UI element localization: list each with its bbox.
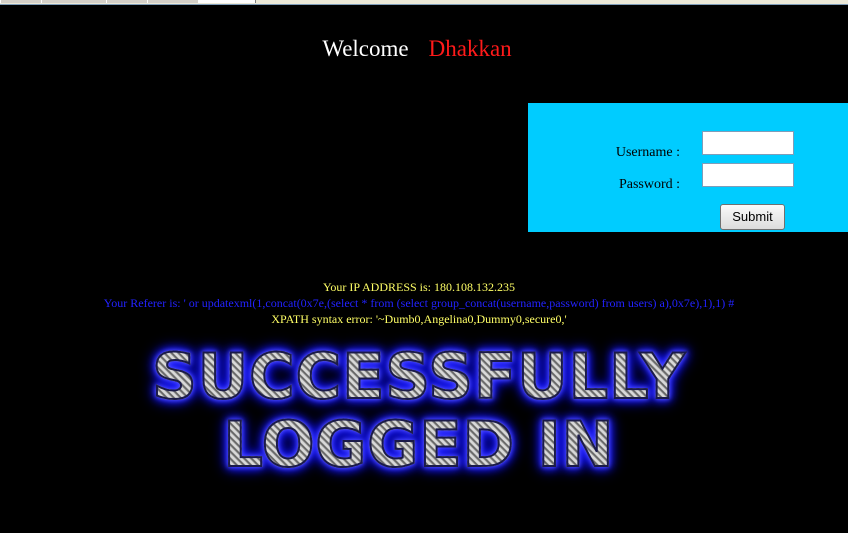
welcome-heading: Welcome Dhakkan [0, 36, 834, 62]
browser-tab-strip [0, 0, 848, 5]
ip-address-text: Your IP ADDRESS is: 180.108.132.235 [322, 280, 516, 294]
browser-tab[interactable] [106, 0, 148, 3]
username-label: Username : [615, 145, 680, 160]
submit-button[interactable]: Submit [720, 204, 785, 230]
referer-text: Your Referer is: ' or updatexml(1,concat… [103, 296, 735, 310]
success-banner-line2: LOGGED IN [0, 407, 838, 482]
browser-tab[interactable] [0, 0, 42, 3]
welcome-username: Dhakkan [428, 36, 512, 61]
xpath-error-text: XPATH syntax error: '~Dumb0,Angelina0,Du… [271, 312, 567, 326]
welcome-text: Welcome [322, 36, 409, 61]
success-banner-line1: SUCCESSFULLY [0, 339, 838, 414]
password-label: Password : [618, 177, 680, 192]
browser-tab[interactable] [147, 0, 199, 3]
username-input[interactable] [702, 131, 794, 155]
browser-tab[interactable] [41, 0, 107, 3]
browser-tab-active[interactable] [198, 0, 256, 3]
login-form: Username : Password : Submit [528, 103, 848, 232]
password-input[interactable] [702, 163, 794, 187]
